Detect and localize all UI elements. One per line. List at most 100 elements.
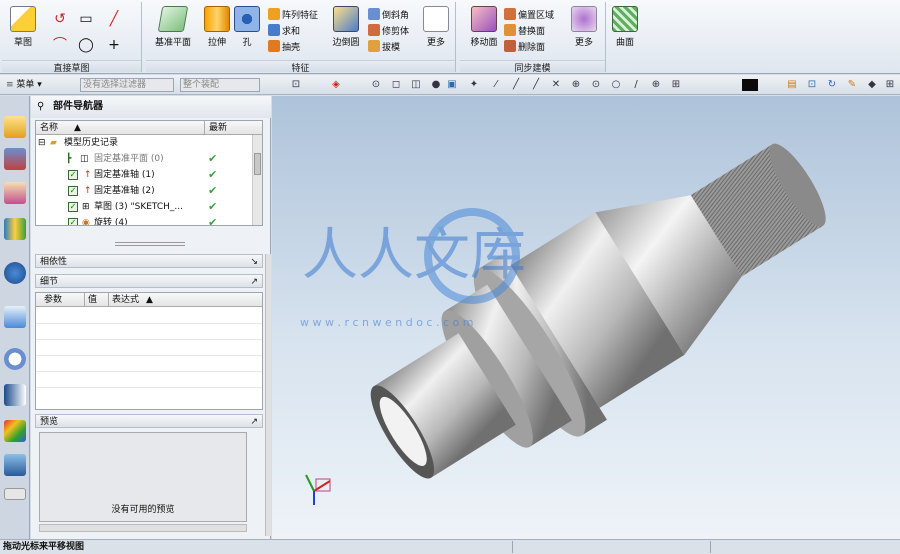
- wcs-triad-icon[interactable]: [305, 474, 331, 505]
- fit-icon[interactable]: ⊡: [806, 79, 818, 91]
- collapse-icon[interactable]: ⊟: [38, 135, 46, 151]
- control-point-icon[interactable]: ╱: [530, 79, 542, 91]
- snap-point-icon[interactable]: ⊙: [370, 79, 382, 91]
- offset-region-button[interactable]: 偏置区域: [504, 8, 554, 24]
- system-materials-icon[interactable]: [4, 384, 26, 406]
- graphics-viewport[interactable]: 人人文库 w w w . r c n w e n d o c . c o m: [272, 96, 900, 539]
- existing-point-icon[interactable]: /: [630, 79, 642, 91]
- datum-plane-button[interactable]: 基准平面: [150, 6, 196, 54]
- select-icon[interactable]: ⊡: [290, 79, 302, 91]
- surface-button[interactable]: 曲面: [608, 6, 642, 54]
- tree-row[interactable]: ✓ ↑ 固定基准轴 (1) ✔: [36, 167, 262, 183]
- visibility-checkbox[interactable]: ✓: [68, 186, 78, 196]
- panel-hscrollbar[interactable]: [39, 524, 247, 532]
- arc-icon[interactable]: ⌒: [50, 36, 70, 54]
- palette-icon[interactable]: [4, 420, 26, 442]
- tree-row[interactable]: ✓ ↑ 固定基准轴 (2) ✔: [36, 183, 262, 199]
- latest-check-icon: ✔: [208, 184, 218, 197]
- web-browser-icon[interactable]: [4, 262, 26, 284]
- curve-icon[interactable]: ✦: [468, 79, 480, 91]
- type-filter-combo[interactable]: 没有选择过滤器: [80, 78, 174, 92]
- tree-row[interactable]: ✓ ◉ 旋转 (4) ✔: [36, 215, 262, 225]
- shaft-body[interactable]: [337, 96, 861, 524]
- constraint-navigator-icon[interactable]: [4, 148, 26, 170]
- more-sync-label: 更多: [574, 38, 593, 48]
- render-style-icon[interactable]: [742, 79, 758, 91]
- part-navigator-icon[interactable]: [4, 182, 26, 204]
- cube-icon[interactable]: ▣: [446, 79, 458, 91]
- assembly-scope-combo[interactable]: 整个装配: [180, 78, 260, 92]
- more-sync-button[interactable]: 更多: [568, 6, 600, 54]
- rotate-icon[interactable]: ↻: [826, 79, 838, 91]
- trim-body-button[interactable]: 修剪体: [368, 24, 409, 40]
- column-latest-header[interactable]: 最新: [204, 121, 227, 135]
- preview-section[interactable]: 预览 ↗: [35, 414, 263, 428]
- hole-button[interactable]: 孔: [232, 6, 262, 54]
- intersection-icon[interactable]: ✕: [550, 79, 562, 91]
- shell-button[interactable]: 抽壳: [268, 40, 300, 56]
- midpoint-icon[interactable]: ╱: [510, 79, 522, 91]
- navigator-pin-icon[interactable]: ⚲: [37, 96, 44, 118]
- tree-row[interactable]: ✓ ⊞ 草图 (3) "SKETCH_... ✔: [36, 199, 262, 215]
- menu-button[interactable]: ≡ 菜单 ▾: [6, 78, 42, 92]
- expand-icon[interactable]: ↘: [250, 255, 258, 269]
- face-select-icon[interactable]: ◻: [390, 79, 402, 91]
- quadrant-icon[interactable]: ⊙: [590, 79, 602, 91]
- pointer-icon[interactable]: ◈: [330, 79, 342, 91]
- panel-splitter[interactable]: [115, 242, 185, 246]
- point-on-curve-icon[interactable]: ○: [610, 79, 622, 91]
- tree-scrollbar[interactable]: [252, 135, 262, 225]
- unite-button[interactable]: 求和: [268, 24, 300, 40]
- tree-scroll-thumb[interactable]: [254, 153, 261, 175]
- history-icon[interactable]: [4, 306, 26, 328]
- move-face-button[interactable]: 移动面: [464, 6, 504, 54]
- center-point-icon[interactable]: ⊕: [570, 79, 582, 91]
- circle-icon[interactable]: ◯: [76, 36, 96, 54]
- hole-label: 孔: [242, 38, 252, 48]
- roles-icon[interactable]: [4, 454, 26, 476]
- point-on-face-icon[interactable]: ⊕: [650, 79, 662, 91]
- extrude-button[interactable]: 拉伸: [198, 6, 236, 54]
- more-feature-button[interactable]: 更多: [420, 6, 452, 54]
- visibility-checkbox[interactable]: ✓: [68, 170, 78, 180]
- tree-row[interactable]: ┣ ◫ 固定基准平面 (0) ✔: [36, 151, 262, 167]
- body-select-icon[interactable]: ◫: [410, 79, 422, 91]
- column-parameter[interactable]: 参数: [44, 293, 62, 307]
- scroll-down-icon[interactable]: [4, 488, 26, 500]
- column-expression[interactable]: 表达式: [108, 293, 139, 307]
- sphere-icon[interactable]: ●: [430, 79, 442, 91]
- dependencies-section[interactable]: 相依性 ↘: [35, 254, 263, 268]
- visibility-checkbox[interactable]: ✓: [68, 218, 78, 225]
- point-icon[interactable]: +: [104, 36, 124, 54]
- assembly-navigator-icon[interactable]: [4, 116, 26, 138]
- bounded-grid-icon[interactable]: ⊞: [670, 79, 682, 91]
- rectangle-icon[interactable]: ▭: [76, 10, 96, 28]
- endpoint-icon[interactable]: ⁄: [490, 79, 502, 91]
- orient-view-icon[interactable]: ▤: [786, 79, 798, 91]
- edge-blend-button[interactable]: 边倒圆: [326, 6, 366, 54]
- column-value[interactable]: 值: [84, 293, 97, 307]
- collapse-section-icon[interactable]: ↗: [250, 415, 258, 429]
- collapse-section-icon[interactable]: ↗: [250, 275, 258, 289]
- column-name-header[interactable]: 名称: [40, 121, 58, 135]
- draft-button[interactable]: 拔模: [368, 40, 400, 56]
- chamfer-button[interactable]: 倒斜角: [368, 8, 409, 24]
- part-model[interactable]: 人人文库 w w w . r c n w e n d o c . c o m: [272, 96, 900, 539]
- delete-face-button[interactable]: 删除面: [504, 40, 545, 56]
- tree-header: 名称 ▲ 最新: [36, 121, 262, 135]
- visibility-checkbox[interactable]: ✓: [68, 202, 78, 212]
- layer-icon[interactable]: ⊞: [884, 79, 896, 91]
- profile-icon[interactable]: ↺: [50, 10, 70, 28]
- reuse-library-icon[interactable]: [4, 218, 26, 240]
- panel-vscrollbar[interactable]: [265, 254, 271, 536]
- part-navigator-panel: ⚲ 部件导航器 名称 ▲ 最新 ⊟ ▰ 模型历史记录 ┣ ◫ 固定基准平面 (0…: [31, 96, 271, 539]
- pan-icon[interactable]: ✎: [846, 79, 858, 91]
- perspective-icon[interactable]: ◆: [866, 79, 878, 91]
- pattern-feature-button[interactable]: 阵列特征: [268, 8, 318, 24]
- details-section[interactable]: 细节 ↗: [35, 274, 263, 288]
- tree-row-history[interactable]: ⊟ ▰ 模型历史记录: [36, 135, 262, 151]
- clock-icon[interactable]: [4, 348, 26, 370]
- sketch-button[interactable]: 草图: [4, 6, 42, 54]
- replace-face-button[interactable]: 替换面: [504, 24, 545, 40]
- line-icon[interactable]: ╱: [104, 10, 124, 28]
